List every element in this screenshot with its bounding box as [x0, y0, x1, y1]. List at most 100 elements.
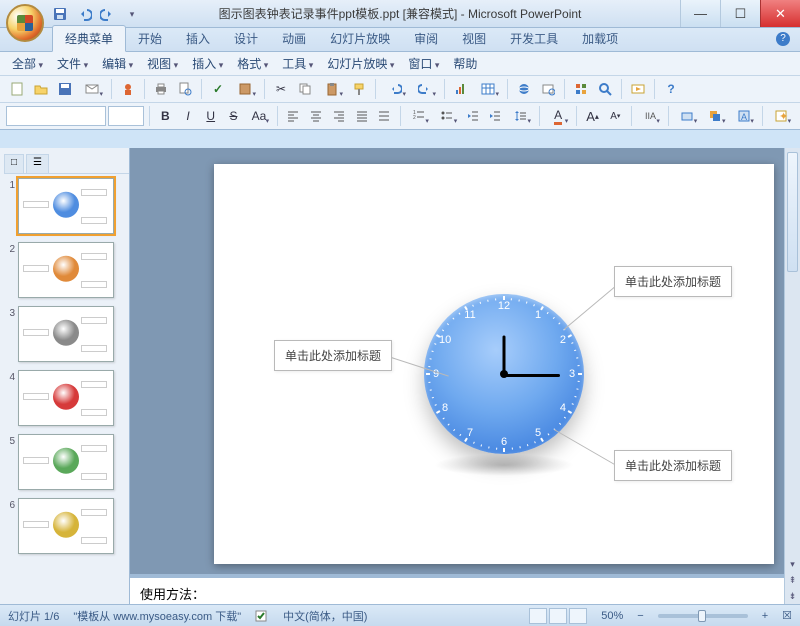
slide-canvas[interactable]: 121234567891011 单击此处添加标题 单击此处添加标题 单击此处添加…: [214, 164, 774, 564]
menu-insert[interactable]: 插入: [188, 53, 227, 74]
thumb-item[interactable]: 2: [4, 242, 129, 298]
thumb-item[interactable]: 1: [4, 178, 129, 234]
save-icon[interactable]: [54, 78, 76, 100]
distribute-icon[interactable]: [374, 105, 395, 127]
decrease-font-icon[interactable]: A▾: [605, 105, 626, 127]
tab-design[interactable]: 设计: [222, 26, 270, 51]
bullets-icon[interactable]: [434, 105, 460, 127]
slideshow-view-icon[interactable]: [569, 608, 587, 624]
thumb-item[interactable]: 3: [4, 306, 129, 362]
close-button[interactable]: ✕: [760, 0, 800, 27]
slide-editor[interactable]: 121234567891011 单击此处添加标题 单击此处添加标题 单击此处添加…: [130, 148, 800, 604]
undo-icon[interactable]: [381, 78, 409, 100]
justify-icon[interactable]: [351, 105, 372, 127]
thumb-item[interactable]: 5: [4, 434, 129, 490]
office-button[interactable]: [6, 4, 44, 42]
fit-window-icon[interactable]: ☒: [782, 609, 792, 622]
tab-slideshow[interactable]: 幻灯片放映: [318, 26, 402, 51]
menu-file[interactable]: 文件: [53, 53, 92, 74]
zoom-slider[interactable]: [658, 614, 748, 618]
thumb-tab-outline[interactable]: ☰: [26, 154, 49, 173]
zoom-knob[interactable]: [698, 610, 706, 622]
italic-icon[interactable]: I: [178, 105, 199, 127]
web-icon[interactable]: [537, 78, 559, 100]
hyperlink-icon[interactable]: [513, 78, 535, 100]
scrollbar-thumb[interactable]: [787, 152, 798, 272]
menu-format[interactable]: 格式: [233, 53, 272, 74]
copy-icon[interactable]: [294, 78, 316, 100]
tab-home[interactable]: 开始: [126, 26, 174, 51]
menu-help[interactable]: 帮助: [449, 53, 481, 74]
tab-developer[interactable]: 开发工具: [498, 26, 570, 51]
paste-icon[interactable]: [318, 78, 346, 100]
vertical-scrollbar[interactable]: ▴ ▾ ⇞ ⇟: [784, 148, 800, 604]
slide-thumbnail[interactable]: [18, 370, 114, 426]
callout-bottom-right[interactable]: 单击此处添加标题: [614, 450, 732, 481]
font-size-input[interactable]: [108, 106, 144, 126]
slide-thumbnail[interactable]: [18, 498, 114, 554]
clock-graphic[interactable]: 121234567891011: [424, 294, 584, 454]
thumb-item[interactable]: 6: [4, 498, 129, 554]
tab-review[interactable]: 审阅: [402, 26, 450, 51]
menu-window[interactable]: 窗口: [404, 53, 443, 74]
spellcheck-icon[interactable]: ✓: [207, 78, 229, 100]
font-color-icon[interactable]: A: [545, 105, 571, 127]
zoom-in-icon[interactable]: +: [762, 610, 768, 622]
bold-icon[interactable]: B: [155, 105, 176, 127]
tab-view[interactable]: 视图: [450, 26, 498, 51]
strike-icon[interactable]: S: [223, 105, 244, 127]
research-icon[interactable]: [231, 78, 259, 100]
increase-indent-icon[interactable]: [485, 105, 506, 127]
redo-icon[interactable]: [100, 6, 116, 22]
prev-slide-icon[interactable]: ⇞: [785, 572, 800, 588]
align-left-icon[interactable]: [283, 105, 304, 127]
font-name-input[interactable]: [6, 106, 106, 126]
zoom-level[interactable]: 50%: [601, 610, 623, 622]
underline-icon[interactable]: U: [200, 105, 221, 127]
slide-thumbnail[interactable]: [18, 242, 114, 298]
align-right-icon[interactable]: [329, 105, 350, 127]
menu-view[interactable]: 视图: [143, 53, 182, 74]
increase-font-icon[interactable]: A▴: [582, 105, 603, 127]
notes-pane[interactable]: 使用方法：: [130, 574, 784, 604]
undo-icon[interactable]: [76, 6, 92, 22]
chart-icon[interactable]: [450, 78, 472, 100]
next-slide-icon[interactable]: ⇟: [785, 588, 800, 604]
help-icon[interactable]: ?: [776, 32, 790, 46]
mail-icon[interactable]: [78, 78, 106, 100]
menu-tools[interactable]: 工具: [278, 53, 317, 74]
tab-insert[interactable]: 插入: [174, 26, 222, 51]
numbering-icon[interactable]: 12: [406, 105, 432, 127]
zoom-icon[interactable]: [594, 78, 616, 100]
new-slide-icon[interactable]: ✦: [768, 105, 794, 127]
menu-edit[interactable]: 编辑: [98, 53, 137, 74]
align-center-icon[interactable]: [306, 105, 327, 127]
tab-classic-menu[interactable]: 经典菜单: [52, 25, 126, 52]
minimize-button[interactable]: —: [680, 0, 720, 27]
scroll-down-icon[interactable]: ▾: [785, 556, 800, 572]
thumb-item[interactable]: 4: [4, 370, 129, 426]
menu-all[interactable]: 全部: [8, 53, 47, 74]
text-direction-icon[interactable]: IIA: [637, 105, 663, 127]
qat-more-icon[interactable]: ▾: [124, 6, 140, 22]
grid-icon[interactable]: [570, 78, 592, 100]
tab-addins[interactable]: 加载项: [570, 26, 630, 51]
maximize-button[interactable]: ☐: [720, 0, 760, 27]
print-icon[interactable]: [150, 78, 172, 100]
thumb-tab-slides[interactable]: □: [4, 154, 24, 173]
callout-top-right[interactable]: 单击此处添加标题: [614, 266, 732, 297]
quick-styles-icon[interactable]: A: [731, 105, 757, 127]
table-icon[interactable]: [474, 78, 502, 100]
permission-icon[interactable]: [117, 78, 139, 100]
zoom-out-icon[interactable]: −: [637, 610, 643, 622]
slideshow-icon[interactable]: [627, 78, 649, 100]
redo-icon[interactable]: [411, 78, 439, 100]
decrease-indent-icon[interactable]: [462, 105, 483, 127]
arrange-icon[interactable]: [702, 105, 728, 127]
callout-left[interactable]: 单击此处添加标题: [274, 340, 392, 371]
spellcheck-status-icon[interactable]: [255, 609, 269, 623]
save-icon[interactable]: [52, 6, 68, 22]
open-icon[interactable]: [30, 78, 52, 100]
slide-thumbnail-pane[interactable]: □ ☰ 1 2 3 4: [0, 148, 130, 604]
line-spacing-icon[interactable]: [508, 105, 534, 127]
